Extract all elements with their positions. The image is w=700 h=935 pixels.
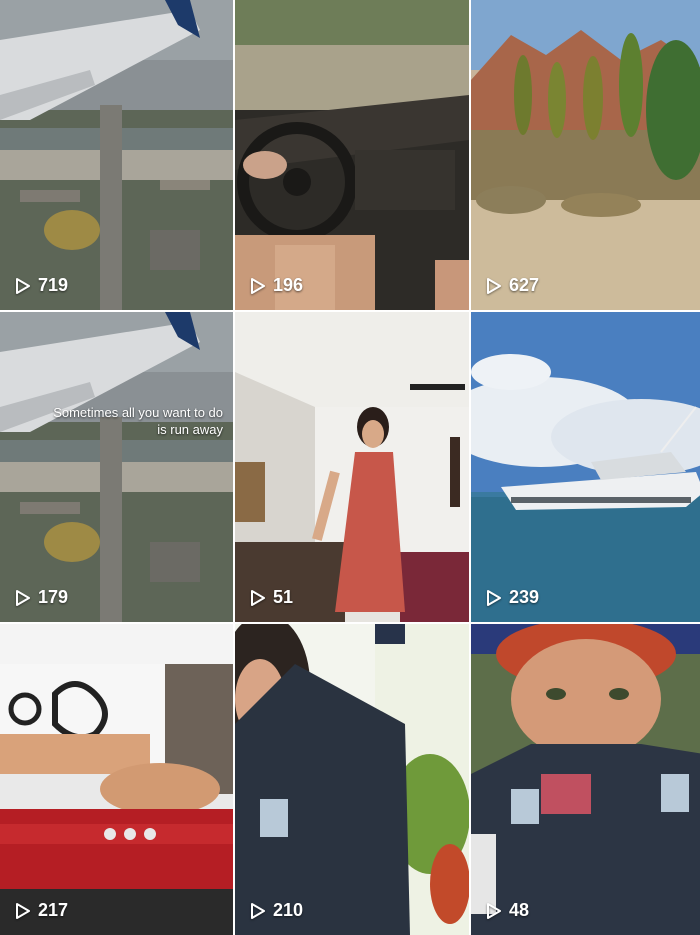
thumbnail-image [235, 0, 469, 310]
thumbnail-image [235, 624, 469, 935]
view-count: 179 [14, 587, 68, 608]
view-count: 51 [249, 587, 293, 608]
thumbnail-image [235, 312, 469, 622]
view-count-label: 239 [509, 587, 540, 607]
video-thumbnail[interactable]: 48 [471, 624, 700, 935]
thumbnail-image [471, 624, 700, 935]
video-thumbnail[interactable]: 210 [235, 624, 469, 935]
view-count: 48 [485, 900, 529, 921]
video-thumbnail[interactable]: 196 [235, 0, 469, 310]
play-icon [487, 902, 501, 919]
view-count: 196 [249, 275, 303, 296]
view-count-label: 179 [38, 587, 69, 607]
thumbnail-image [0, 312, 233, 622]
video-thumbnail[interactable]: Sometimes all you want to do is run away… [0, 312, 233, 622]
view-count-label: 51 [273, 587, 294, 607]
thumbnail-image [0, 0, 233, 310]
view-count-label: 217 [38, 900, 69, 920]
view-count: 210 [249, 900, 303, 921]
play-icon [16, 902, 30, 919]
video-thumbnail[interactable]: 239 [471, 312, 700, 622]
view-count-label: 196 [273, 275, 304, 295]
play-icon [251, 589, 265, 606]
thumbnail-image [0, 624, 233, 935]
view-count: 719 [14, 275, 68, 296]
view-count-label: 210 [273, 900, 304, 920]
play-icon [487, 589, 501, 606]
view-count-label: 627 [509, 275, 540, 295]
thumbnail-image [471, 0, 700, 310]
video-caption: Sometimes all you want to do is run away [53, 405, 223, 437]
view-count-label: 719 [38, 275, 69, 295]
video-thumbnail[interactable]: 719 [0, 0, 233, 310]
play-icon [251, 277, 265, 294]
play-icon [16, 589, 30, 606]
play-icon [251, 902, 265, 919]
thumbnail-image [471, 312, 700, 622]
view-count: 217 [14, 900, 68, 921]
video-thumbnail[interactable]: 627 [471, 0, 700, 310]
view-count: 239 [485, 587, 539, 608]
view-count-label: 48 [509, 900, 530, 920]
play-icon [487, 277, 501, 294]
view-count: 627 [485, 275, 539, 296]
play-icon [16, 277, 30, 294]
video-thumbnail[interactable]: 51 [235, 312, 469, 622]
video-grid: 719 196 627 Sometimes all you want to do… [0, 0, 700, 935]
video-thumbnail[interactable]: 217 [0, 624, 233, 935]
